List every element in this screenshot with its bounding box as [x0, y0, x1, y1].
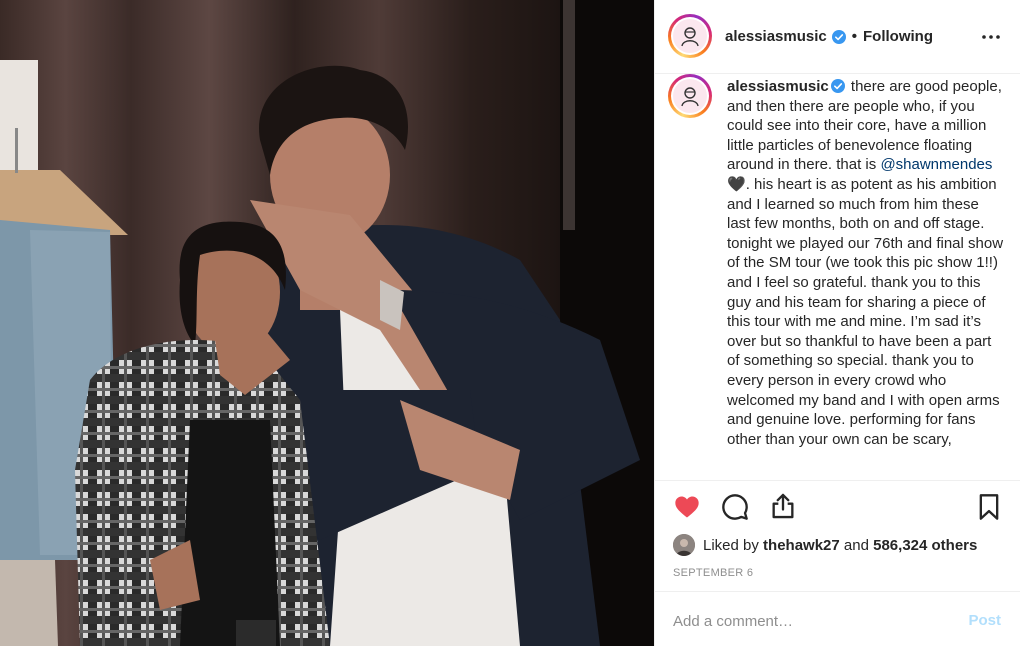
- liker-avatar[interactable]: [673, 534, 695, 556]
- likes-summary: Liked by thehawk27 and 586,324 others: [673, 534, 977, 556]
- caption-text: alessiasmusic there are good people, and…: [727, 77, 1005, 449]
- post-header: alessiasmusic • Following: [655, 0, 1020, 74]
- more-options-icon[interactable]: [980, 26, 1002, 48]
- post-details-panel: alessiasmusic • Following alessiasmusic …: [654, 0, 1020, 646]
- bookmark-icon[interactable]: [975, 493, 1003, 521]
- mention-link[interactable]: @shawnmendes: [880, 156, 992, 173]
- likes-and: and: [843, 536, 869, 554]
- avatar-illustration-icon: [681, 27, 699, 47]
- photo-illustration: [0, 0, 654, 646]
- caption-avatar[interactable]: [668, 74, 712, 118]
- following-button[interactable]: Following: [863, 28, 933, 45]
- caption-username[interactable]: alessiasmusic: [727, 78, 829, 95]
- caption-body-end: . his heart is as potent as his ambition…: [727, 175, 1004, 448]
- author-avatar[interactable]: [668, 14, 712, 58]
- verified-badge-icon: [830, 79, 845, 93]
- post-comment-button[interactable]: Post: [968, 612, 1001, 629]
- comment-bubble-icon[interactable]: [721, 493, 749, 521]
- liked-by-label: Liked by: [703, 536, 759, 554]
- verified-badge-icon: [831, 29, 846, 44]
- likes-others-count[interactable]: 586,324 others: [873, 537, 977, 554]
- avatar-illustration-icon: [681, 87, 699, 107]
- action-bar: Liked by thehawk27 and 586,324 others SE…: [655, 480, 1020, 640]
- liker-username[interactable]: thehawk27: [763, 537, 840, 554]
- comment-row: Post: [655, 591, 1020, 646]
- heart-filled-icon[interactable]: [673, 493, 701, 521]
- comment-input[interactable]: [673, 610, 953, 632]
- follow-separator: •: [851, 28, 858, 45]
- black-heart-emoji: 🖤: [727, 175, 746, 193]
- post-photo[interactable]: [0, 0, 654, 646]
- share-upload-icon[interactable]: [769, 492, 797, 520]
- author-username[interactable]: alessiasmusic: [725, 28, 827, 45]
- post-date[interactable]: SEPTEMBER 6: [673, 567, 753, 579]
- caption-area: alessiasmusic there are good people, and…: [655, 74, 1020, 480]
